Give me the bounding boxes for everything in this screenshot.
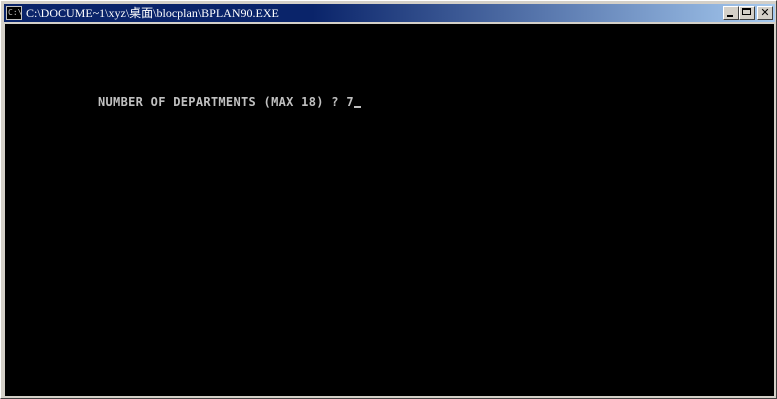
console-icon[interactable]: C:\: [6, 6, 22, 20]
console-output-area[interactable]: NUMBER OF DEPARTMENTS (MAX 18) ? 7: [5, 24, 774, 396]
minimize-button[interactable]: [723, 6, 739, 20]
prompt-line: NUMBER OF DEPARTMENTS (MAX 18) ? 7: [98, 95, 361, 109]
prompt-text: NUMBER OF DEPARTMENTS (MAX 18) ?: [98, 95, 347, 109]
console-window: C:\ C:\DOCUME~1\xyz\桌面\blocplan\BPLAN90.…: [0, 0, 777, 399]
window-title: C:\DOCUME~1\xyz\桌面\blocplan\BPLAN90.EXE: [26, 6, 279, 20]
console-icon-glyph: C:\: [8, 8, 22, 17]
close-icon: ✕: [760, 6, 770, 19]
close-button[interactable]: ✕: [757, 6, 773, 20]
caption-buttons: ✕: [723, 6, 773, 20]
maximize-icon: [742, 8, 751, 15]
text-cursor: [353, 106, 361, 108]
title-bar[interactable]: C:\ C:\DOCUME~1\xyz\桌面\blocplan\BPLAN90.…: [4, 4, 775, 22]
minimize-icon: [727, 15, 733, 17]
input-value[interactable]: 7: [346, 95, 354, 109]
maximize-button[interactable]: [739, 6, 755, 20]
